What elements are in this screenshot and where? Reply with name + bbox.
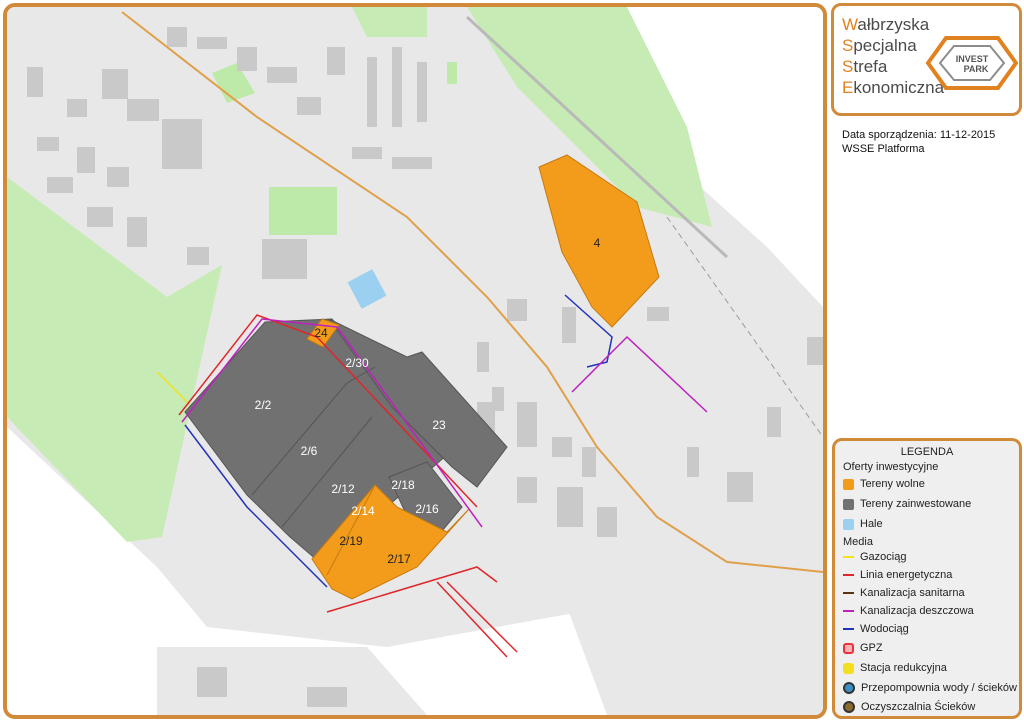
logo-mark-text: PARK	[964, 64, 989, 74]
legend-label: Stacja redukcyjna	[860, 662, 947, 675]
legend-title: LEGENDA	[900, 446, 954, 458]
free-land-swatch-icon	[843, 478, 854, 490]
invested-swatch-icon	[843, 498, 854, 510]
logo-word: ałbrzyska	[857, 15, 930, 34]
parcel-label-2-2: 2/2	[255, 398, 272, 412]
logo-mark-text: INVEST	[956, 54, 989, 64]
legend-item-sewer: Kanalizacja sanitarna	[843, 587, 965, 599]
sewer-line-icon	[843, 592, 854, 595]
invest-park-logo-icon: INVEST PARK	[926, 36, 1018, 90]
legend-item-gas: Gazociąg	[843, 551, 906, 563]
parcel-label-2-19: 2/19	[339, 534, 363, 548]
logo-word: trefa	[853, 57, 888, 76]
reduction-station-icon	[843, 662, 854, 674]
logo-initial: E	[842, 78, 854, 97]
pump-station-icon	[843, 682, 855, 695]
parcel-label-4: 4	[594, 236, 601, 250]
legend-label: Tereny wolne	[860, 478, 925, 491]
map-frame: 4 24 2/30 2/2 23 2/6 2/12 2/18 2/14 2/16…	[3, 3, 827, 719]
platform-name: WSSE Platforma	[842, 143, 925, 155]
legend-group-media: Media	[843, 536, 873, 548]
legend-label: Kanalizacja deszczowa	[860, 605, 974, 618]
legend-label: Linia energetyczna	[860, 569, 953, 582]
legend-label: Kanalizacja sanitarna	[860, 587, 965, 600]
logo-line: Wałbrzyska	[842, 14, 944, 35]
treatment-plant-icon	[843, 701, 855, 714]
legend-item-pump-station: Przepompownia wody / ścieków	[843, 682, 1017, 695]
substation-icon	[843, 642, 854, 654]
legend-label: Oczyszczalnia Ścieków	[861, 701, 976, 714]
logo-initial: S	[842, 57, 854, 76]
parcel-label-2-17: 2/17	[387, 552, 411, 566]
creation-date: Data sporządzenia: 11-12-2015	[842, 129, 996, 141]
legend-label: Hale	[860, 518, 883, 531]
logo-initial: S	[842, 36, 854, 55]
gas-line-icon	[843, 556, 854, 559]
legend-item-free-land: Tereny wolne	[843, 478, 925, 490]
parcel-label-24: 24	[314, 326, 328, 340]
legend-label: Tereny zainwestowane	[860, 498, 972, 511]
parcel-label-2-6: 2/6	[301, 444, 318, 458]
legend-item-halls: Hale	[843, 518, 883, 530]
legend-item-treatment-plant: Oczyszczalnia Ścieków	[843, 701, 976, 714]
legend-label: Przepompownia wody / ścieków	[861, 682, 1017, 695]
green-patch	[447, 62, 457, 84]
parcel-label-2-18: 2/18	[391, 478, 415, 492]
logo-panel: Wałbrzyska Specjalna Strefa Ekonomiczna …	[831, 3, 1022, 116]
parcel-label-2-30: 2/30	[345, 356, 369, 370]
parcel-label-23: 23	[432, 418, 446, 432]
map-canvas[interactable]: 4 24 2/30 2/2 23 2/6 2/12 2/18 2/14 2/16…	[7, 7, 823, 715]
legend-item-reduction-station: Stacja redukcyjna	[843, 662, 947, 674]
legend-item-power: Linia energetyczna	[843, 569, 952, 581]
logo-initial: W	[842, 15, 858, 34]
power-line-icon	[843, 574, 854, 577]
storm-drain-line-icon	[843, 610, 854, 613]
parcel-label-2-12: 2/12	[331, 482, 355, 496]
parcel-label-2-14: 2/14	[351, 504, 375, 518]
legend-item-storm-drain: Kanalizacja deszczowa	[843, 605, 974, 617]
legend-item-water: Wodociąg	[843, 623, 909, 635]
legend-label: GPZ	[860, 642, 883, 655]
green-field	[269, 187, 337, 235]
legend-label: Gazociąg	[860, 551, 907, 564]
map-metadata: Data sporządzenia: 11-12-2015 WSSE Platf…	[842, 128, 995, 156]
legend-group-offers: Oferty inwestycyjne	[843, 461, 939, 473]
legend-panel: LEGENDA Oferty inwestycyjne Tereny wolne…	[832, 438, 1022, 719]
logo-word: pecjalna	[853, 36, 917, 55]
parcel-label-2-16: 2/16	[415, 502, 439, 516]
legend-label: Wodociąg	[860, 623, 909, 636]
legend-item-gpz: GPZ	[843, 642, 883, 654]
hall-swatch-icon	[843, 518, 854, 530]
legend-item-invested: Tereny zainwestowane	[843, 498, 971, 510]
water-line-icon	[843, 628, 854, 631]
